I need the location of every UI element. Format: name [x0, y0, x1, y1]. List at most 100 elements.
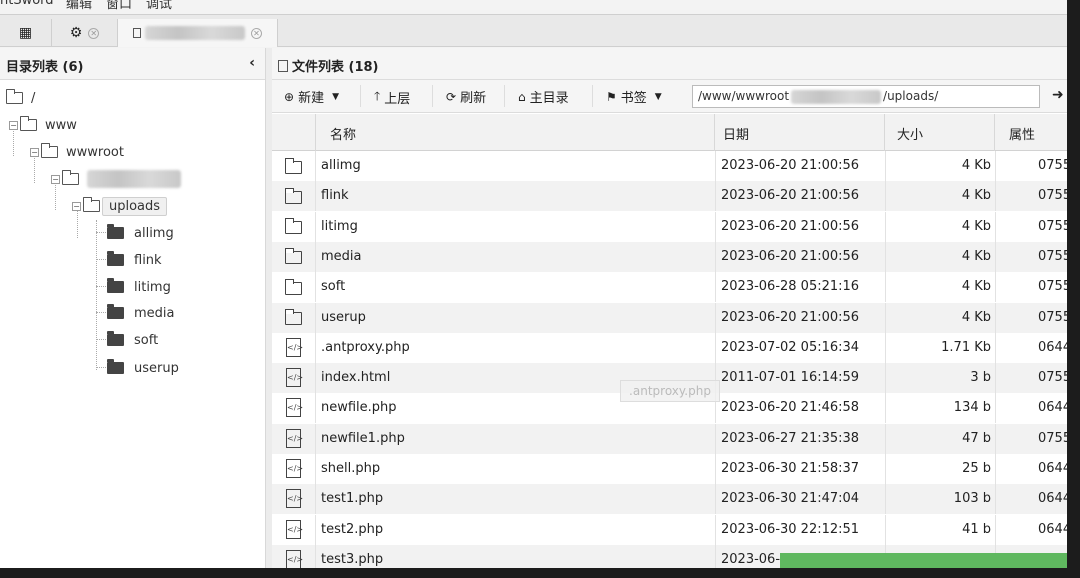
row-icon-cell: [272, 302, 316, 333]
file-size: 41 b: [885, 514, 995, 545]
table-row[interactable]: allimg 2023-06-20 21:00:564 Kb0755: [272, 151, 1067, 181]
drag-ghost: .antproxy.php: [620, 380, 720, 402]
table-row[interactable]: </> test1.php 2023-06-30 21:47:04103 b0644: [272, 484, 1067, 515]
file-list-title: 文件列表 (18): [292, 60, 379, 75]
tree-node-label: www: [45, 117, 77, 133]
file-permission: 0644: [995, 484, 1067, 515]
table-row[interactable]: </> test2.php 2023-06-30 22:12:5141 b0644: [272, 514, 1067, 545]
up-button-label: 上层: [384, 92, 411, 107]
bookmark-button[interactable]: ⚑ 书签 ▼: [606, 87, 662, 107]
folder-icon: [285, 157, 302, 174]
code-file-icon: </>: [286, 337, 303, 357]
path-input[interactable]: /www/wwwroot/uploads/: [692, 85, 1040, 108]
tree-node-uploads[interactable]: − uploads: [72, 195, 168, 217]
refresh-icon: ⟳: [446, 89, 457, 104]
menu-debug[interactable]: 调试: [146, 0, 172, 12]
tab-bar: ▦ ⚙ ✕ ✕: [0, 14, 1067, 47]
collapse-toggle-icon[interactable]: −: [9, 120, 18, 130]
tree-node-root[interactable]: /: [6, 87, 35, 109]
tree-node-wwwroot[interactable]: − wwwroot: [30, 141, 124, 163]
file-list-header: 文件列表 (18): [272, 48, 1067, 80]
table-row[interactable]: userup 2023-06-20 21:00:564 Kb0755: [272, 302, 1067, 333]
tab-home[interactable]: ▦: [0, 19, 52, 47]
file-permission: 0755: [995, 211, 1067, 242]
menu-app[interactable]: ntSword: [0, 0, 54, 8]
tree-node-soft[interactable]: soft: [107, 329, 158, 351]
file-permission: 0644: [995, 393, 1067, 424]
tree-node-litimg[interactable]: litimg: [107, 276, 171, 298]
arrow-up-icon: 🡑: [374, 89, 381, 103]
row-icon-cell: [272, 272, 316, 303]
file-date: 2023-06-20 21:00:56: [715, 151, 885, 181]
file-date: 2023-06-20 21:00:56: [715, 241, 885, 272]
column-date[interactable]: 日期: [715, 114, 885, 151]
table-row[interactable]: </> shell.php 2023-06-30 21:58:3725 b0644: [272, 454, 1067, 484]
tree-node-media[interactable]: media: [107, 302, 175, 324]
tree-node-label: media: [134, 305, 175, 321]
directory-panel-title: 目录列表 (6): [6, 60, 84, 75]
tree-node-label: flink: [134, 252, 162, 268]
table-row[interactable]: litimg 2023-06-20 21:00:564 Kb0755: [272, 211, 1067, 242]
row-icon-cell: </>: [272, 544, 316, 568]
file-date: 2023-06-28 05:21:16: [715, 272, 885, 303]
tab-file-manager[interactable]: ✕: [118, 19, 278, 47]
row-icon-cell: </>: [272, 484, 316, 515]
collapse-toggle-icon[interactable]: −: [72, 201, 81, 211]
tree-node-allimg[interactable]: allimg: [107, 222, 174, 244]
folder-filled-icon: [107, 224, 124, 239]
file-list-panel: 文件列表 (18) ⊕ 新建 ▼ 🡑 上层 ⟳ 刷新 ⌂ 主目录 ⚑ 书签 ▼ …: [272, 48, 1067, 568]
file-name: test3.php: [321, 551, 384, 567]
tree-node-flink[interactable]: flink: [107, 249, 162, 271]
code-file-icon: </>: [286, 489, 303, 509]
table-row[interactable]: media 2023-06-20 21:00:564 Kb0755: [272, 241, 1067, 272]
tree-node-userup[interactable]: userup: [107, 357, 179, 379]
collapse-toggle-icon[interactable]: −: [51, 174, 60, 184]
column-size[interactable]: 大小: [885, 114, 995, 151]
home-icon: ⌂: [518, 89, 526, 104]
file-name: flink: [321, 188, 349, 204]
folder-filled-icon: [107, 331, 124, 346]
file-name: newfile1.php: [321, 430, 405, 446]
arrow-right-icon[interactable]: ➜: [1052, 87, 1064, 103]
file-size: 25 b: [885, 454, 995, 484]
refresh-button[interactable]: ⟳ 刷新: [446, 87, 487, 107]
code-file-icon: </>: [286, 519, 303, 539]
chevron-left-icon[interactable]: ‹: [249, 55, 255, 71]
tree-node-www[interactable]: − www: [9, 114, 77, 136]
row-icon-cell: [272, 181, 316, 212]
caret-down-icon: ▼: [654, 91, 662, 102]
menu-window[interactable]: 窗口: [106, 0, 132, 12]
file-size: 4 Kb: [885, 211, 995, 242]
close-tab-icon[interactable]: ✕: [251, 27, 262, 39]
menu-edit[interactable]: 编辑: [66, 0, 92, 12]
table-row[interactable]: soft 2023-06-28 05:21:164 Kb0755: [272, 272, 1067, 303]
file-date: 2023-06-27 21:35:38: [715, 423, 885, 454]
file-name: soft: [321, 279, 346, 295]
table-row[interactable]: </> newfile1.php 2023-06-27 21:35:38 47 b 07…: [272, 423, 1067, 454]
file-permission: 0755: [995, 272, 1067, 303]
file-date: 2023-06-20 21:00:56: [715, 211, 885, 242]
tree-node-redacted[interactable]: −: [51, 168, 181, 190]
column-name[interactable]: 名称: [316, 114, 715, 151]
document-icon: [133, 28, 141, 38]
code-file-icon: </>: [286, 428, 303, 448]
row-icon-cell: </>: [272, 363, 316, 394]
tab-settings[interactable]: ⚙ ✕: [52, 19, 118, 47]
folder-icon: [41, 143, 58, 158]
file-name: test2.php: [321, 521, 384, 537]
folder-icon: [285, 278, 302, 295]
home-button[interactable]: ⌂ 主目录: [518, 87, 569, 107]
new-button[interactable]: ⊕ 新建 ▼: [284, 87, 339, 107]
close-tab-icon[interactable]: ✕: [88, 27, 100, 39]
file-name: userup: [321, 309, 366, 325]
table-row[interactable]: </> .antproxy.php 2023-07-02 05:16:34 1.71 …: [272, 332, 1067, 363]
column-perm[interactable]: 属性: [995, 114, 1067, 151]
row-icon-cell: </>: [272, 393, 316, 424]
collapse-toggle-icon[interactable]: −: [30, 147, 39, 157]
file-date: 2023-06-20 21:00:56: [715, 302, 885, 333]
code-file-icon: </>: [286, 368, 303, 388]
up-button[interactable]: 🡑 上层: [374, 87, 410, 108]
refresh-button-label: 刷新: [460, 91, 487, 106]
screen-border: [1067, 0, 1080, 578]
table-row[interactable]: flink 2023-06-20 21:00:564 Kb0755: [272, 181, 1067, 212]
